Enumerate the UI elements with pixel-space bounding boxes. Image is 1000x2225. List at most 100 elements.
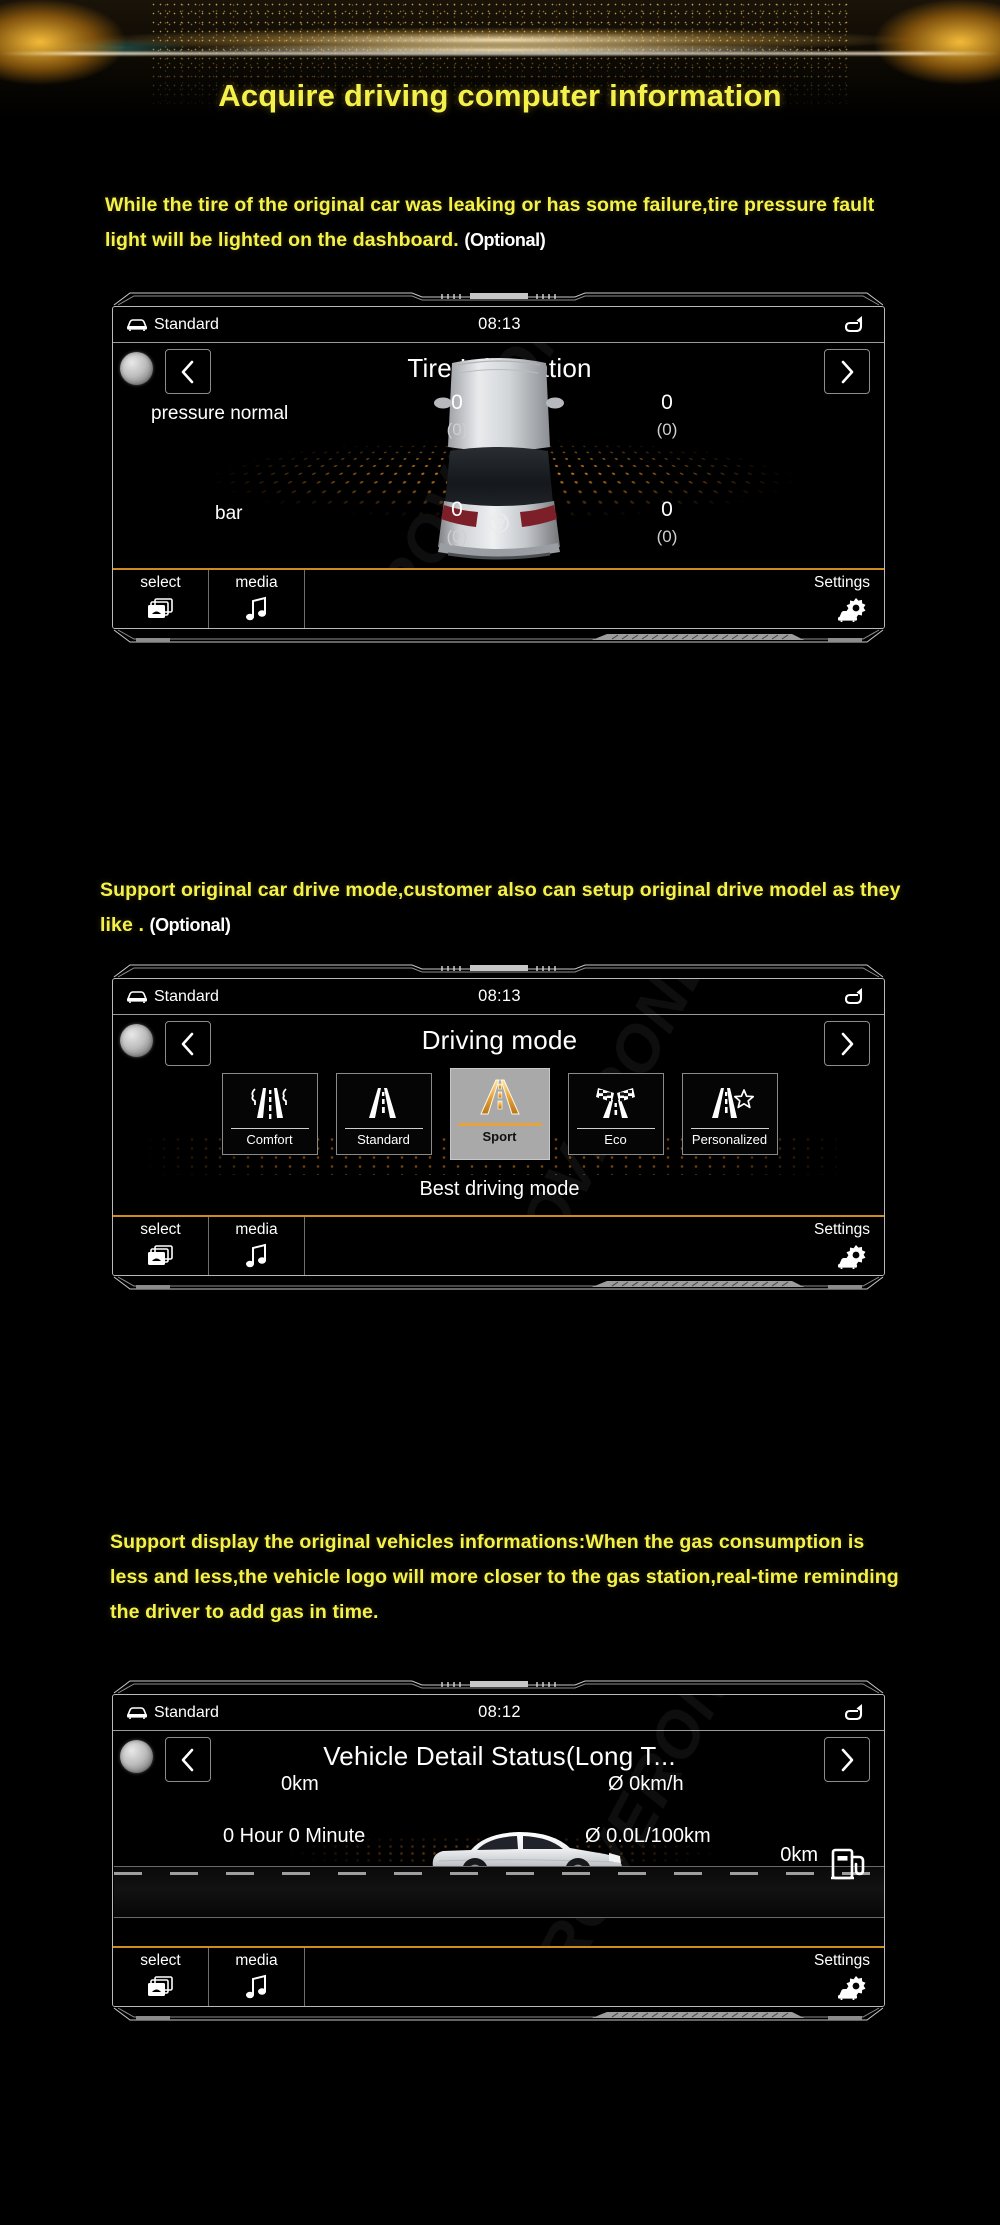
caption-3-text: Support display the original vehicles in… <box>110 1531 899 1623</box>
cards-stack-icon <box>146 1243 176 1271</box>
tire-value-rear-left: 0 <box>433 498 481 522</box>
caption-vehicle-status: Support display the original vehicles in… <box>110 1525 900 1630</box>
status-clock: 08:13 <box>113 987 885 1006</box>
screen-content-drive-mode: Driving mode ROVERONE <box>113 1015 884 1215</box>
shortcut-settings-label: Settings <box>814 1219 870 1241</box>
music-note-icon <box>243 1243 271 1271</box>
cards-stack-icon <box>146 596 176 624</box>
flag-left <box>596 1088 614 1102</box>
drive-mode-tile-sport[interactable]: Sport <box>450 1068 550 1160</box>
tire-diagram: ROVERONE <box>113 343 884 568</box>
shortcut-media[interactable]: media <box>209 570 305 628</box>
settings-gear-svg <box>836 1974 870 2002</box>
lens-flare <box>0 52 1000 55</box>
status-bar: Standard 08:13 <box>113 307 884 343</box>
panel-frame-top-decor <box>112 292 885 306</box>
road-plain-icon <box>359 1080 409 1126</box>
shortcut-media[interactable]: media <box>209 1948 305 2006</box>
shortcut-settings[interactable]: Settings <box>305 1948 884 2006</box>
road-strip <box>114 1866 885 1918</box>
drive-mode-caption: Best driving mode <box>113 1178 885 1201</box>
road-plain-svg <box>359 1084 409 1122</box>
panel-frame-top-decor <box>112 964 885 978</box>
cards-stack-svg <box>146 1243 176 1271</box>
shortcut-bar: select media Settings <box>113 568 884 628</box>
head-unit-panel-vehicle-status: Standard 08:12 Vehicle Detail Status(Lon… <box>112 1694 885 2007</box>
tire-sub-front-left: (0) <box>433 420 481 440</box>
tile-divider <box>345 1128 423 1129</box>
music-note-icon <box>243 1974 271 2002</box>
shortcut-select[interactable]: select <box>113 570 209 628</box>
shortcut-select[interactable]: select <box>113 1948 209 2006</box>
shortcut-media-label: media <box>235 1219 277 1241</box>
road-star-icon <box>704 1080 756 1126</box>
shortcut-settings-label: Settings <box>814 1950 870 1972</box>
shortcut-select[interactable]: select <box>113 1217 209 1275</box>
shortcut-media[interactable]: media <box>209 1217 305 1275</box>
page-root: Acquire driving computer information Whi… <box>0 0 1000 2225</box>
shortcut-bar: select media Settings <box>113 1215 884 1275</box>
music-note-icon <box>243 596 271 624</box>
road-sport-svg <box>472 1077 528 1119</box>
metric-distance: 0km <box>281 1773 319 1796</box>
fuel-pump-svg <box>830 1843 868 1883</box>
drive-mode-label-personalized: Personalized <box>692 1132 767 1147</box>
range-to-empty-value: 0km <box>780 1844 818 1867</box>
head-unit-panel-drive-mode: Standard 08:13 Driving mode Comfort Stan… <box>112 978 885 1276</box>
tire-sub-rear-left: (0) <box>433 527 481 547</box>
caption-tire-pressure: While the tire of the original car was l… <box>105 188 905 258</box>
settings-gear-svg <box>836 596 870 624</box>
road-trees-icon <box>245 1080 295 1126</box>
tire-value-front-left: 0 <box>433 391 481 415</box>
drive-mode-tile-comfort[interactable]: Comfort <box>222 1073 318 1155</box>
vehicle-status-body: ROVERONE 0km Ø 0km/h 0 Hour 0 Minute Ø 0… <box>113 1731 884 1946</box>
tire-value-front-right: 0 <box>643 391 691 415</box>
tire-status-label: pressure normal <box>151 403 288 425</box>
drive-mode-tile-standard[interactable]: Standard <box>336 1073 432 1155</box>
screen-content-vehicle-status: Vehicle Detail Status(Long T... ROVERONE… <box>113 1731 884 1946</box>
shortcut-media-label: media <box>235 572 277 594</box>
drive-mode-selector: ROVERONE <box>113 1015 884 1215</box>
status-bar: Standard 08:12 <box>113 1695 884 1731</box>
shortcut-select-label: select <box>140 1219 181 1241</box>
settings-car-gear-icon <box>836 1974 870 2002</box>
settings-car-gear-icon <box>836 596 870 624</box>
shortcut-select-label: select <box>140 572 181 594</box>
cards-stack-svg <box>146 596 176 624</box>
drive-mode-tile-eco[interactable]: Eco <box>568 1073 664 1155</box>
road-star-svg <box>704 1084 756 1122</box>
metric-average-speed: Ø 0km/h <box>608 1773 684 1796</box>
shortcut-settings[interactable]: Settings <box>305 570 884 628</box>
tire-unit-label: bar <box>215 503 242 525</box>
head-unit-screen-tire: Standard 08:13 Tire pressure normal bar … <box>112 306 885 629</box>
panel-frame-bottom-decor <box>112 1276 885 1290</box>
caption-drive-mode: Support original car drive mode,customer… <box>100 873 910 943</box>
fuel-pump-icon <box>830 1843 868 1883</box>
shortcut-bar: select media Settings <box>113 1946 884 2006</box>
road-sport-icon <box>472 1075 528 1121</box>
page-title: Acquire driving computer information <box>0 78 1000 114</box>
music-note-svg <box>243 1243 271 1271</box>
status-clock: 08:13 <box>113 315 885 334</box>
tile-divider <box>231 1128 309 1129</box>
screen-content-tire: Tire Information ROVERONE <box>113 343 884 568</box>
tile-divider <box>577 1128 655 1129</box>
drive-mode-label-standard: Standard <box>357 1132 410 1147</box>
drive-mode-label-eco: Eco <box>604 1132 626 1147</box>
checkered-flag-svg <box>590 1084 642 1122</box>
shortcut-media-label: media <box>235 1950 277 1972</box>
tire-sub-rear-right: (0) <box>643 527 691 547</box>
settings-gear-svg <box>836 1243 870 1271</box>
caption-2-optional: (Optional) <box>149 915 230 935</box>
tire-value-rear-right: 0 <box>643 498 691 522</box>
tile-divider <box>691 1128 769 1129</box>
head-unit-screen-vehicle-status: Standard 08:12 Vehicle Detail Status(Lon… <box>112 1694 885 2007</box>
road-trees-svg <box>245 1084 295 1122</box>
shortcut-settings[interactable]: Settings <box>305 1217 884 1275</box>
flag-right <box>617 1088 635 1102</box>
drive-mode-tile-personalized[interactable]: Personalized <box>682 1073 778 1155</box>
drive-mode-tiles: Comfort Standard Sport Eco Personalized <box>113 1073 885 1160</box>
head-unit-screen-drive-mode: Standard 08:13 Driving mode Comfort Stan… <box>112 978 885 1276</box>
caption-1-optional: (Optional) <box>464 230 545 250</box>
tile-divider <box>458 1123 542 1126</box>
